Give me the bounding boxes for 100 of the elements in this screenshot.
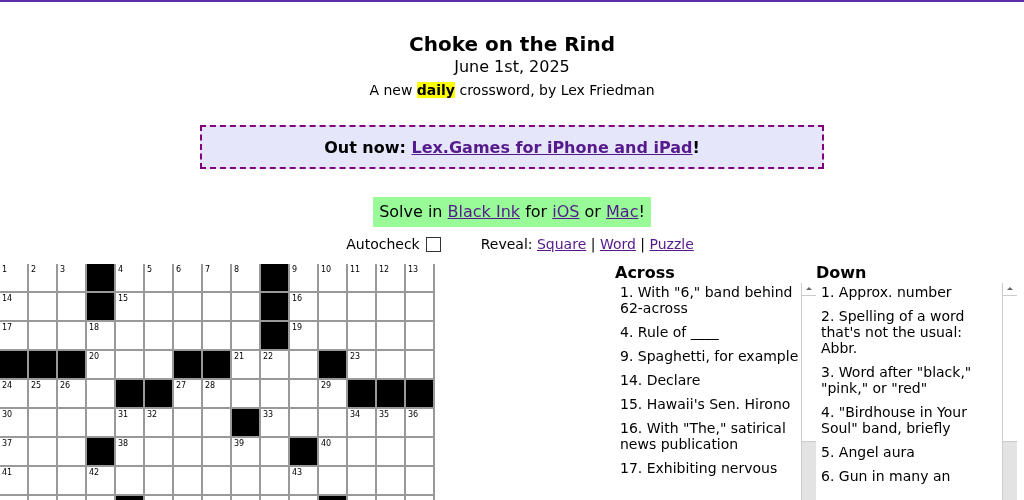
grid-square[interactable]: 1 — [0, 264, 27, 291]
clue-number: 11 — [350, 265, 361, 274]
grid-square[interactable]: 6 — [174, 264, 201, 291]
clue-number: 6 — [176, 265, 182, 274]
grid-square[interactable]: 5 — [145, 264, 172, 291]
clue[interactable]: 15. Hawaii's Sen. Hirono — [620, 396, 799, 412]
puzzle-date: June 1st, 2025 — [454, 56, 570, 78]
clue-number: 21 — [234, 352, 245, 361]
clue-number: 20 — [89, 352, 100, 361]
grid-square[interactable]: 2 — [29, 264, 56, 291]
clue-number: 34 — [350, 410, 361, 419]
grid-square[interactable]: 13 — [406, 264, 433, 291]
clue-number: 10 — [321, 265, 332, 274]
clue[interactable]: 5. Angel aura — [821, 444, 1000, 460]
grid-square[interactable]: 29 — [319, 380, 346, 407]
clue-number: 33 — [263, 410, 274, 419]
app-link[interactable]: Mac — [606, 202, 639, 221]
clue-number: 13 — [408, 265, 419, 274]
solve-in-banner: Solve in Black Ink for iOS or Mac! — [373, 197, 651, 227]
clue[interactable]: 4. "Birdhouse in Your Soul" band, briefly — [821, 404, 1000, 436]
clue[interactable]: 3. Word after "black," "pink," or "red" — [821, 364, 1000, 396]
grid-square[interactable]: 19 — [290, 322, 317, 349]
clue-number: 16 — [292, 294, 303, 303]
clue[interactable]: 6. Gun in many an — [821, 468, 1000, 484]
app-link[interactable]: Lex.Games for iPhone and iPad — [411, 137, 693, 157]
reveal-link[interactable]: Word — [599, 236, 636, 252]
grid-square[interactable]: 24 — [0, 380, 27, 407]
clue-number: 25 — [31, 381, 42, 390]
clue-number: 7 — [205, 265, 211, 274]
grid-square[interactable]: 42 — [87, 467, 114, 494]
grid-square[interactable]: 31 — [116, 409, 143, 436]
grid-square[interactable]: 37 — [0, 438, 27, 465]
clue-number: 24 — [2, 381, 13, 390]
clue-number: 8 — [234, 265, 240, 274]
grid-square[interactable]: 23 — [348, 351, 375, 378]
grid-square[interactable]: 16 — [290, 293, 317, 320]
clue-number: 18 — [89, 323, 100, 332]
clue-number: 19 — [292, 323, 303, 332]
grid-square[interactable]: 32 — [145, 409, 172, 436]
grid-square[interactable]: 33 — [261, 409, 288, 436]
clue-number: 26 — [60, 381, 71, 390]
grid-square[interactable]: 40 — [319, 438, 346, 465]
clue-number: 39 — [234, 439, 245, 448]
grid-square[interactable]: 8 — [232, 264, 259, 291]
grid-square[interactable]: 26 — [58, 380, 85, 407]
clue[interactable]: 1. Approx. number — [821, 284, 1000, 300]
clue[interactable]: 2. Spelling of a word that's not the usual: Abbr. — [821, 308, 1000, 356]
grid-square[interactable]: 14 — [0, 293, 27, 320]
clue-number: 43 — [292, 468, 303, 477]
clue[interactable]: 16. With "The," satirical news publication — [620, 420, 799, 452]
grid-square[interactable]: 39 — [232, 438, 259, 465]
clue-number: 37 — [2, 439, 13, 448]
grid-square[interactable]: 18 — [87, 322, 114, 349]
clue-number: 23 — [350, 352, 361, 361]
grid-square[interactable]: 28 — [203, 380, 230, 407]
reveal-controls: Reveal: Square | Word | Puzzle — [480, 236, 694, 252]
byline: A new daily crossword, by Lex Friedman — [369, 81, 655, 100]
clue[interactable]: 17. Exhibiting nervous — [620, 460, 799, 476]
clue-number: 30 — [2, 410, 13, 419]
app-link[interactable]: Black Ink — [447, 202, 521, 221]
grid-square[interactable]: 9 — [290, 264, 317, 291]
clue-number: 2 — [31, 265, 37, 274]
grid-square[interactable]: 10 — [319, 264, 346, 291]
clue[interactable]: 4. Rule of ____ — [620, 324, 799, 340]
grid-square[interactable]: 15 — [116, 293, 143, 320]
clue-number: 40 — [321, 439, 332, 448]
grid-square[interactable]: 36 — [406, 409, 433, 436]
grid-square[interactable]: 12 — [377, 264, 404, 291]
grid-square[interactable]: 35 — [377, 409, 404, 436]
grid-square[interactable]: 4 — [116, 264, 143, 291]
grid-square[interactable]: 43 — [290, 467, 317, 494]
grid-square[interactable]: 3 — [58, 264, 85, 291]
clue-number: 31 — [118, 410, 129, 419]
clue-number: 29 — [321, 381, 332, 390]
grid-square[interactable]: 7 — [203, 264, 230, 291]
grid-square[interactable]: 27 — [174, 380, 201, 407]
clue-heading: Down — [816, 264, 868, 282]
clue-number: 12 — [379, 265, 390, 274]
clue-heading: Across — [615, 264, 676, 282]
grid-square[interactable]: 30 — [0, 409, 27, 436]
clue-number: 3 — [60, 265, 66, 274]
reveal-link[interactable]: Puzzle — [649, 236, 694, 252]
grid-square[interactable]: 21 — [232, 351, 259, 378]
clue[interactable]: 14. Declare — [620, 372, 799, 388]
clue-number: 42 — [89, 468, 100, 477]
grid-square[interactable]: 22 — [261, 351, 288, 378]
clue-number: 9 — [292, 265, 298, 274]
grid-square[interactable]: 38 — [116, 438, 143, 465]
clue[interactable]: 1. With "6," band behind 62-across — [620, 284, 799, 316]
clue-number: 15 — [118, 294, 129, 303]
clue[interactable]: 9. Spaghetti, for example — [620, 348, 799, 364]
grid-square[interactable]: 25 — [29, 380, 56, 407]
reveal-link[interactable]: Square — [536, 236, 587, 252]
grid-square[interactable]: 17 — [0, 322, 27, 349]
grid-square[interactable]: 34 — [348, 409, 375, 436]
grid-square[interactable]: 11 — [348, 264, 375, 291]
grid-square[interactable]: 20 — [87, 351, 114, 378]
clue-number: 1 — [2, 265, 8, 274]
app-link[interactable]: iOS — [552, 202, 580, 221]
grid-square[interactable]: 41 — [0, 467, 27, 494]
